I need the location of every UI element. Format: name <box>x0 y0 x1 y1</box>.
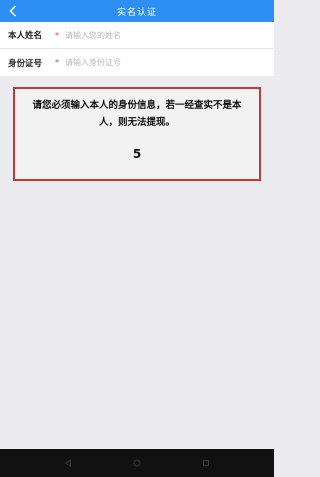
id-number-required-mark: * <box>55 58 59 67</box>
square-recent-icon[interactable] <box>202 459 210 467</box>
page-title: 实名认证 <box>116 7 157 18</box>
id-number-row: 身份证号 * <box>0 49 274 76</box>
name-input[interactable] <box>65 30 245 40</box>
chevron-left-icon <box>9 5 16 17</box>
warning-message: 请您必须输入本人的身份信息，若一经查实不是本人，则无法提现。 <box>32 100 242 128</box>
warning-dialog: 请您必须输入本人的身份信息，若一经查实不是本人，则无法提现。 5 <box>13 87 261 181</box>
name-row: 本人姓名 * <box>0 22 274 49</box>
triangle-back-icon[interactable] <box>64 459 72 467</box>
name-required-mark: * <box>55 30 59 40</box>
circle-home-icon[interactable] <box>133 459 141 467</box>
name-label: 本人姓名 <box>8 31 43 41</box>
verification-form: 本人姓名 * 身份证号 * <box>0 22 274 76</box>
header-bar: 实名认证 <box>0 0 274 22</box>
system-nav-bar <box>0 449 274 477</box>
back-button[interactable] <box>4 0 22 22</box>
id-number-input[interactable] <box>65 58 245 67</box>
id-number-label: 身份证号 <box>8 58 43 69</box>
countdown-number: 5 <box>132 147 142 161</box>
